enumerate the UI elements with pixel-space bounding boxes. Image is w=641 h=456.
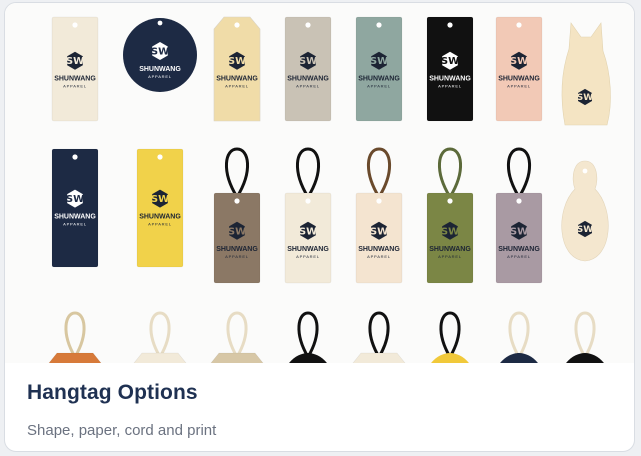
hangtag-sample	[133, 311, 187, 363]
cord-loop	[368, 311, 390, 358]
hangtag-sample: SW SHUNWANGAPPAREL	[284, 16, 332, 122]
brand-name-text: SHUNWANG	[429, 76, 471, 83]
brand-name-text: SHUNWANG	[54, 76, 96, 83]
hangtag-sample: SW SHUNWANGAPPAREL	[136, 148, 184, 268]
brand-sub-text: APPAREL	[296, 84, 320, 89]
hangtag-sample	[431, 311, 469, 363]
punch-hole	[376, 22, 382, 28]
svg-text:SW: SW	[510, 226, 528, 237]
svg-text:SW: SW	[370, 226, 388, 237]
punch-hole	[234, 22, 240, 28]
cord-loop	[224, 147, 250, 198]
brand-sub-text: APPAREL	[367, 84, 391, 89]
brand-sub-text: APPAREL	[63, 222, 87, 227]
cord-loop	[297, 311, 319, 358]
svg-text:SW: SW	[66, 56, 84, 67]
brand-name-text: SHUNWANG	[216, 76, 258, 83]
hangtag-sample: SW SHUNWANGAPPAREL	[123, 18, 197, 92]
hangtag-sample	[500, 311, 538, 363]
hangtag-sample: SW SHUNWANGAPPAREL	[51, 16, 99, 122]
brand-sub-text: APPAREL	[225, 254, 249, 259]
hangtag-sample: SW SHUNWANGAPPAREL	[213, 147, 261, 284]
brand-name-text: SHUNWANG	[54, 214, 96, 221]
svg-text:SW: SW	[299, 226, 317, 237]
punch-hole	[516, 22, 522, 28]
svg-text:SW: SW	[299, 56, 317, 67]
hangtag-gallery-image: SW SHUNWANG APPAREL SW SHUNWANG APPAREL SW SHUN…	[5, 3, 634, 363]
hangtag-sample: SW SHUNWANGAPPAREL	[284, 147, 332, 284]
brand-name-text: SHUNWANG	[358, 246, 400, 253]
brand-sub-text: APPAREL	[367, 254, 391, 259]
hangtag-options-card[interactable]: SW SHUNWANG APPAREL SW SHUNWANG APPAREL SW SHUN…	[4, 2, 635, 452]
hangtag-sample: SW SHUNWANGAPPAREL	[355, 147, 403, 284]
svg-text:SW: SW	[577, 93, 593, 103]
cord-loop	[366, 147, 392, 198]
hangtag-sample: SW SHUNWANGAPPAREL	[495, 16, 543, 122]
hangtag-sample: SW SHUNWANGAPPAREL	[495, 147, 543, 284]
cord-loop	[149, 311, 171, 358]
card-title: Hangtag Options	[27, 381, 198, 404]
brand-name-text: SHUNWANG	[498, 246, 540, 253]
hangtag-sample	[289, 311, 327, 363]
punch-hole	[447, 198, 453, 204]
svg-text:SW: SW	[370, 56, 388, 67]
cord-loop	[437, 147, 463, 198]
cord-loop	[226, 311, 248, 358]
hangtag-sample: SW SHUNWANGAPPAREL	[426, 16, 474, 122]
hangtag-sample: SW	[561, 160, 609, 262]
hangtag-sample: SW SHUNWANGAPPAREL	[213, 16, 261, 122]
svg-text:SW: SW	[441, 226, 459, 237]
hangtag-sample: SW	[561, 22, 611, 126]
hangtag-sample	[48, 311, 102, 363]
hangtag-gallery-svg: SWSHUNWANGAPPARELSWSHUNWANGAPPARELSWSHUN…	[48, 16, 611, 363]
svg-text:SW: SW	[228, 226, 246, 237]
punch-hole	[157, 154, 163, 160]
hangtag-sample: SW SHUNWANGAPPAREL	[426, 147, 474, 284]
brand-sub-text: APPAREL	[63, 84, 87, 89]
punch-hole	[305, 22, 311, 28]
brand-sub-text: APPAREL	[148, 74, 172, 79]
punch-hole	[72, 22, 78, 28]
brand-sub-text: APPAREL	[507, 254, 531, 259]
brand-sub-text: APPAREL	[296, 254, 320, 259]
hangtag-sample	[352, 311, 406, 363]
svg-text:SW: SW	[228, 56, 246, 67]
hangtag-sample	[566, 311, 604, 363]
brand-name-text: SHUNWANG	[429, 246, 471, 253]
punch-hole	[516, 198, 522, 204]
punch-hole	[234, 198, 240, 204]
svg-text:SW: SW	[66, 194, 84, 205]
svg-text:SW: SW	[577, 225, 593, 235]
svg-text:SW: SW	[441, 56, 459, 67]
brand-name-text: SHUNWANG	[139, 214, 181, 221]
cord-loop	[574, 311, 596, 358]
svg-text:SW: SW	[151, 47, 169, 58]
cord-loop	[508, 311, 530, 358]
punch-hole	[376, 198, 382, 204]
brand-sub-text: APPAREL	[438, 84, 462, 89]
svg-text:SW: SW	[510, 56, 528, 67]
cord-loop	[506, 147, 532, 198]
svg-text:SW: SW	[151, 194, 169, 205]
card-subtitle: Shape, paper, cord and print	[27, 422, 217, 439]
brand-sub-text: APPAREL	[148, 222, 172, 227]
brand-sub-text: APPAREL	[225, 84, 249, 89]
punch-hole	[305, 198, 311, 204]
hangtag-sample	[210, 311, 264, 363]
brand-name-text: SHUNWANG	[139, 66, 181, 73]
brand-sub-text: APPAREL	[507, 84, 531, 89]
cord-loop	[64, 311, 86, 358]
brand-sub-text: APPAREL	[438, 254, 462, 259]
punch-hole	[72, 154, 78, 160]
cord-loop	[439, 311, 461, 358]
brand-name-text: SHUNWANG	[498, 76, 540, 83]
punch-hole	[447, 22, 453, 28]
hangtag-sample: SW SHUNWANGAPPAREL	[355, 16, 403, 122]
cord-loop	[295, 147, 321, 198]
brand-name-text: SHUNWANG	[358, 76, 400, 83]
brand-name-text: SHUNWANG	[216, 246, 258, 253]
hangtag-sample: SW SHUNWANGAPPAREL	[51, 148, 99, 268]
brand-name-text: SHUNWANG	[287, 246, 329, 253]
brand-name-text: SHUNWANG	[287, 76, 329, 83]
